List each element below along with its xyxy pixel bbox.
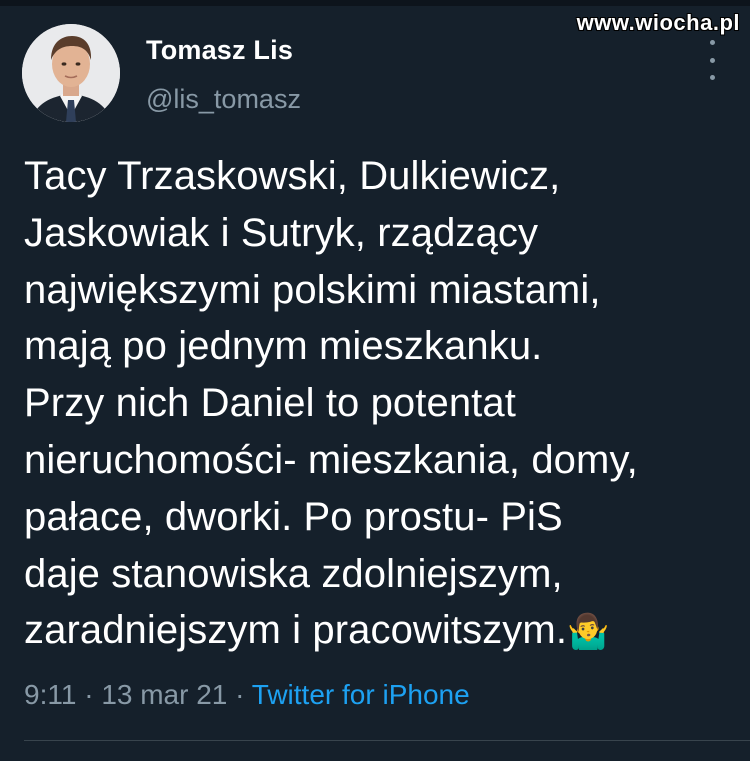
author-handle[interactable]: @lis_tomasz: [146, 84, 301, 115]
more-vertical-icon[interactable]: [705, 40, 719, 80]
man-shrugging-emoji-icon: 🤷‍♂️: [567, 613, 610, 652]
top-edge: [0, 0, 750, 6]
tweet-source-link[interactable]: Twitter for iPhone: [252, 679, 470, 710]
watermark: www.wiocha.pl: [576, 10, 740, 35]
more-dot: [709, 57, 715, 63]
tweet-date[interactable]: 13 mar 21: [101, 679, 227, 710]
tweet-time[interactable]: 9:11: [24, 679, 76, 710]
meta-separator: ·: [76, 679, 102, 710]
more-dot: [709, 75, 715, 80]
meta-separator: ·: [227, 679, 252, 710]
more-dot: [709, 40, 715, 45]
tweet-body: Tacy Trzaskowski, Dulkiewicz, Jaskowiak …: [24, 154, 638, 653]
author-display-name[interactable]: Tomasz Lis: [146, 35, 293, 66]
tweet-text: Tacy Trzaskowski, Dulkiewicz, Jaskowiak …: [24, 148, 739, 661]
tweet-meta: 9:11 · 13 mar 21 · Twitter for iPhone: [24, 679, 470, 711]
divider: [24, 740, 750, 741]
profile-photo-icon: [22, 24, 120, 122]
avatar[interactable]: [22, 24, 120, 122]
